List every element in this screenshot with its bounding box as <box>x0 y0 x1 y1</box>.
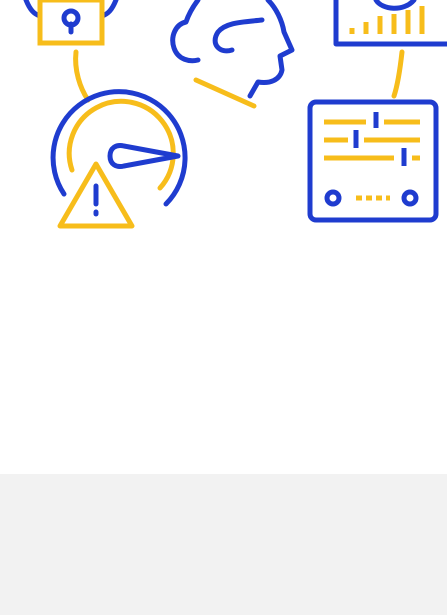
illustration-canvas <box>23 0 447 229</box>
footer-band <box>0 474 447 615</box>
security-illustration <box>0 0 447 474</box>
page <box>0 0 447 615</box>
connector-left <box>73 49 91 103</box>
padlock-icon <box>23 0 119 46</box>
gauge-warning-icon <box>50 89 188 229</box>
connector-right <box>391 49 405 99</box>
control-panel-icon <box>307 99 439 223</box>
user-head-icon <box>170 0 295 109</box>
bar-chart-icon <box>333 0 447 47</box>
